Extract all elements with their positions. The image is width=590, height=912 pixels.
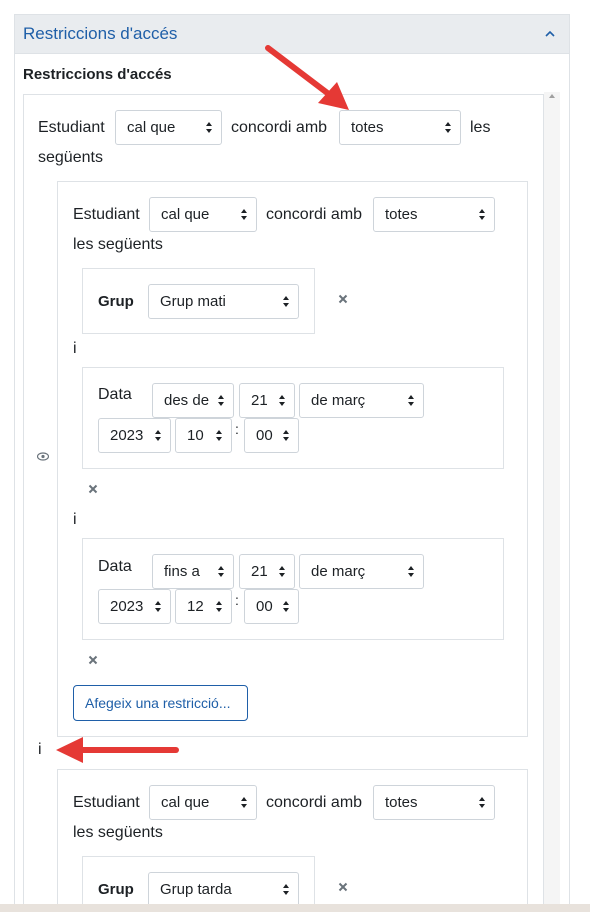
annotation-arrows (56, 45, 349, 763)
arrow-annotation-top (265, 45, 349, 110)
arrow-annotation-left (56, 737, 179, 763)
